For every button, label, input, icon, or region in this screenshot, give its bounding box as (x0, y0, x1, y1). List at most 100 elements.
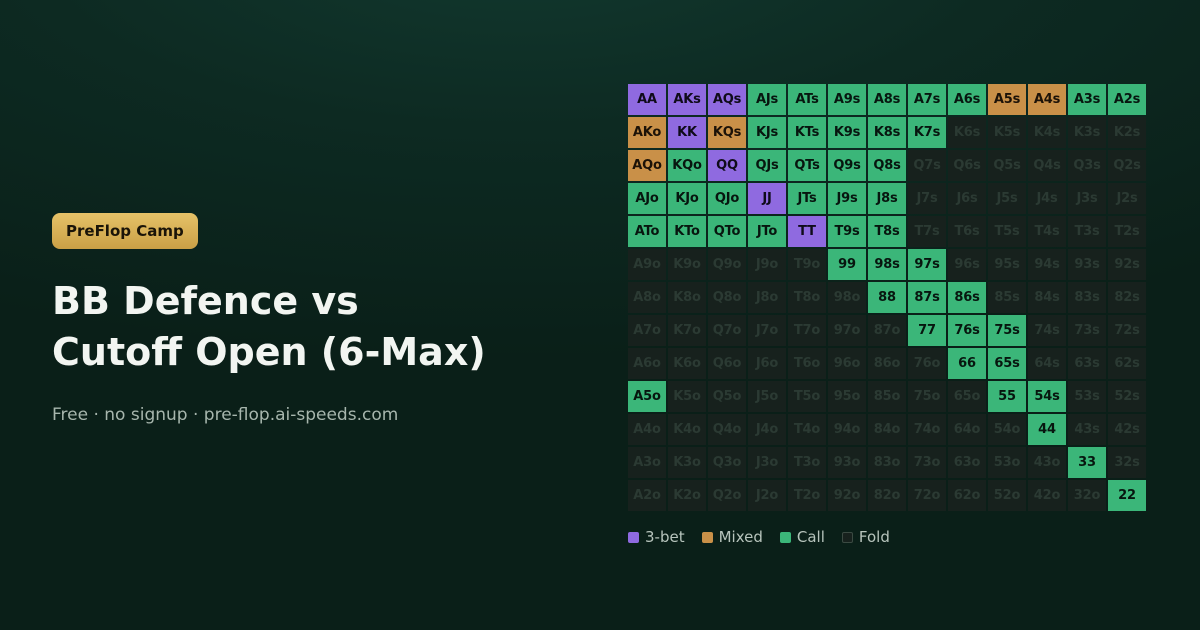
hand-cell-93o[interactable]: 93o (828, 447, 866, 478)
hand-cell-J4s[interactable]: J4s (1028, 183, 1066, 214)
hand-cell-T2s[interactable]: T2s (1108, 216, 1146, 247)
hand-cell-55[interactable]: 55 (988, 381, 1026, 412)
hand-cell-T6s[interactable]: T6s (948, 216, 986, 247)
hand-cell-AA[interactable]: AA (628, 84, 666, 115)
hand-cell-A7s[interactable]: A7s (908, 84, 946, 115)
hand-cell-52s[interactable]: 52s (1108, 381, 1146, 412)
hand-cell-K2s[interactable]: K2s (1108, 117, 1146, 148)
hand-cell-43s[interactable]: 43s (1068, 414, 1106, 445)
hand-cell-J8s[interactable]: J8s (868, 183, 906, 214)
hand-cell-87s[interactable]: 87s (908, 282, 946, 313)
hand-cell-44[interactable]: 44 (1028, 414, 1066, 445)
hand-cell-Q3s[interactable]: Q3s (1068, 150, 1106, 181)
hand-cell-97o[interactable]: 97o (828, 315, 866, 346)
hand-cell-99[interactable]: 99 (828, 249, 866, 280)
hand-cell-ATs[interactable]: ATs (788, 84, 826, 115)
hand-cell-K3o[interactable]: K3o (668, 447, 706, 478)
hand-cell-KTs[interactable]: KTs (788, 117, 826, 148)
hand-cell-KTo[interactable]: KTo (668, 216, 706, 247)
hand-cell-63o[interactable]: 63o (948, 447, 986, 478)
hand-cell-J6o[interactable]: J6o (748, 348, 786, 379)
hand-cell-Q3o[interactable]: Q3o (708, 447, 746, 478)
hand-cell-A2o[interactable]: A2o (628, 480, 666, 511)
hand-cell-32o[interactable]: 32o (1068, 480, 1106, 511)
hand-cell-Q8s[interactable]: Q8s (868, 150, 906, 181)
hand-cell-T3o[interactable]: T3o (788, 447, 826, 478)
hand-cell-T9o[interactable]: T9o (788, 249, 826, 280)
hand-cell-A5o[interactable]: A5o (628, 381, 666, 412)
hand-cell-Q2o[interactable]: Q2o (708, 480, 746, 511)
hand-cell-A6o[interactable]: A6o (628, 348, 666, 379)
hand-cell-K9o[interactable]: K9o (668, 249, 706, 280)
hand-cell-AQs[interactable]: AQs (708, 84, 746, 115)
hand-cell-K6o[interactable]: K6o (668, 348, 706, 379)
hand-cell-J3o[interactable]: J3o (748, 447, 786, 478)
hand-cell-QJo[interactable]: QJo (708, 183, 746, 214)
hand-cell-K7s[interactable]: K7s (908, 117, 946, 148)
hand-cell-T9s[interactable]: T9s (828, 216, 866, 247)
hand-cell-42o[interactable]: 42o (1028, 480, 1066, 511)
hand-cell-Q7o[interactable]: Q7o (708, 315, 746, 346)
hand-cell-62o[interactable]: 62o (948, 480, 986, 511)
hand-cell-33[interactable]: 33 (1068, 447, 1106, 478)
hand-cell-T5s[interactable]: T5s (988, 216, 1026, 247)
hand-cell-74s[interactable]: 74s (1028, 315, 1066, 346)
hand-cell-K7o[interactable]: K7o (668, 315, 706, 346)
hand-cell-A3o[interactable]: A3o (628, 447, 666, 478)
hand-cell-KK[interactable]: KK (668, 117, 706, 148)
hand-cell-J9o[interactable]: J9o (748, 249, 786, 280)
hand-cell-95s[interactable]: 95s (988, 249, 1026, 280)
hand-cell-62s[interactable]: 62s (1108, 348, 1146, 379)
hand-cell-98s[interactable]: 98s (868, 249, 906, 280)
hand-cell-AJo[interactable]: AJo (628, 183, 666, 214)
hand-cell-72o[interactable]: 72o (908, 480, 946, 511)
hand-cell-T7o[interactable]: T7o (788, 315, 826, 346)
hand-cell-96o[interactable]: 96o (828, 348, 866, 379)
hand-cell-J7s[interactable]: J7s (908, 183, 946, 214)
hand-cell-84o[interactable]: 84o (868, 414, 906, 445)
hand-cell-Q6o[interactable]: Q6o (708, 348, 746, 379)
hand-cell-K8s[interactable]: K8s (868, 117, 906, 148)
hand-cell-22[interactable]: 22 (1108, 480, 1146, 511)
hand-cell-66[interactable]: 66 (948, 348, 986, 379)
hand-cell-43o[interactable]: 43o (1028, 447, 1066, 478)
hand-cell-J2o[interactable]: J2o (748, 480, 786, 511)
hand-cell-95o[interactable]: 95o (828, 381, 866, 412)
hand-cell-77[interactable]: 77 (908, 315, 946, 346)
hand-cell-K9s[interactable]: K9s (828, 117, 866, 148)
hand-cell-84s[interactable]: 84s (1028, 282, 1066, 313)
hand-cell-A9o[interactable]: A9o (628, 249, 666, 280)
hand-cell-QTo[interactable]: QTo (708, 216, 746, 247)
hand-cell-83o[interactable]: 83o (868, 447, 906, 478)
hand-cell-T8o[interactable]: T8o (788, 282, 826, 313)
hand-cell-J2s[interactable]: J2s (1108, 183, 1146, 214)
hand-cell-94o[interactable]: 94o (828, 414, 866, 445)
hand-cell-92s[interactable]: 92s (1108, 249, 1146, 280)
hand-cell-K6s[interactable]: K6s (948, 117, 986, 148)
hand-cell-86s[interactable]: 86s (948, 282, 986, 313)
hand-cell-TT[interactable]: TT (788, 216, 826, 247)
hand-cell-A4s[interactable]: A4s (1028, 84, 1066, 115)
hand-cell-J7o[interactable]: J7o (748, 315, 786, 346)
hand-cell-Q7s[interactable]: Q7s (908, 150, 946, 181)
hand-cell-82o[interactable]: 82o (868, 480, 906, 511)
hand-cell-65s[interactable]: 65s (988, 348, 1026, 379)
hand-cell-53s[interactable]: 53s (1068, 381, 1106, 412)
hand-cell-72s[interactable]: 72s (1108, 315, 1146, 346)
hand-cell-T5o[interactable]: T5o (788, 381, 826, 412)
hand-cell-A6s[interactable]: A6s (948, 84, 986, 115)
hand-cell-64o[interactable]: 64o (948, 414, 986, 445)
hand-cell-T7s[interactable]: T7s (908, 216, 946, 247)
hand-cell-KQs[interactable]: KQs (708, 117, 746, 148)
hand-cell-JJ[interactable]: JJ (748, 183, 786, 214)
hand-cell-64s[interactable]: 64s (1028, 348, 1066, 379)
hand-cell-76s[interactable]: 76s (948, 315, 986, 346)
hand-cell-Q8o[interactable]: Q8o (708, 282, 746, 313)
hand-cell-K2o[interactable]: K2o (668, 480, 706, 511)
hand-cell-J4o[interactable]: J4o (748, 414, 786, 445)
hand-cell-A2s[interactable]: A2s (1108, 84, 1146, 115)
hand-cell-AKs[interactable]: AKs (668, 84, 706, 115)
hand-cell-Q5s[interactable]: Q5s (988, 150, 1026, 181)
hand-cell-42s[interactable]: 42s (1108, 414, 1146, 445)
hand-cell-QTs[interactable]: QTs (788, 150, 826, 181)
